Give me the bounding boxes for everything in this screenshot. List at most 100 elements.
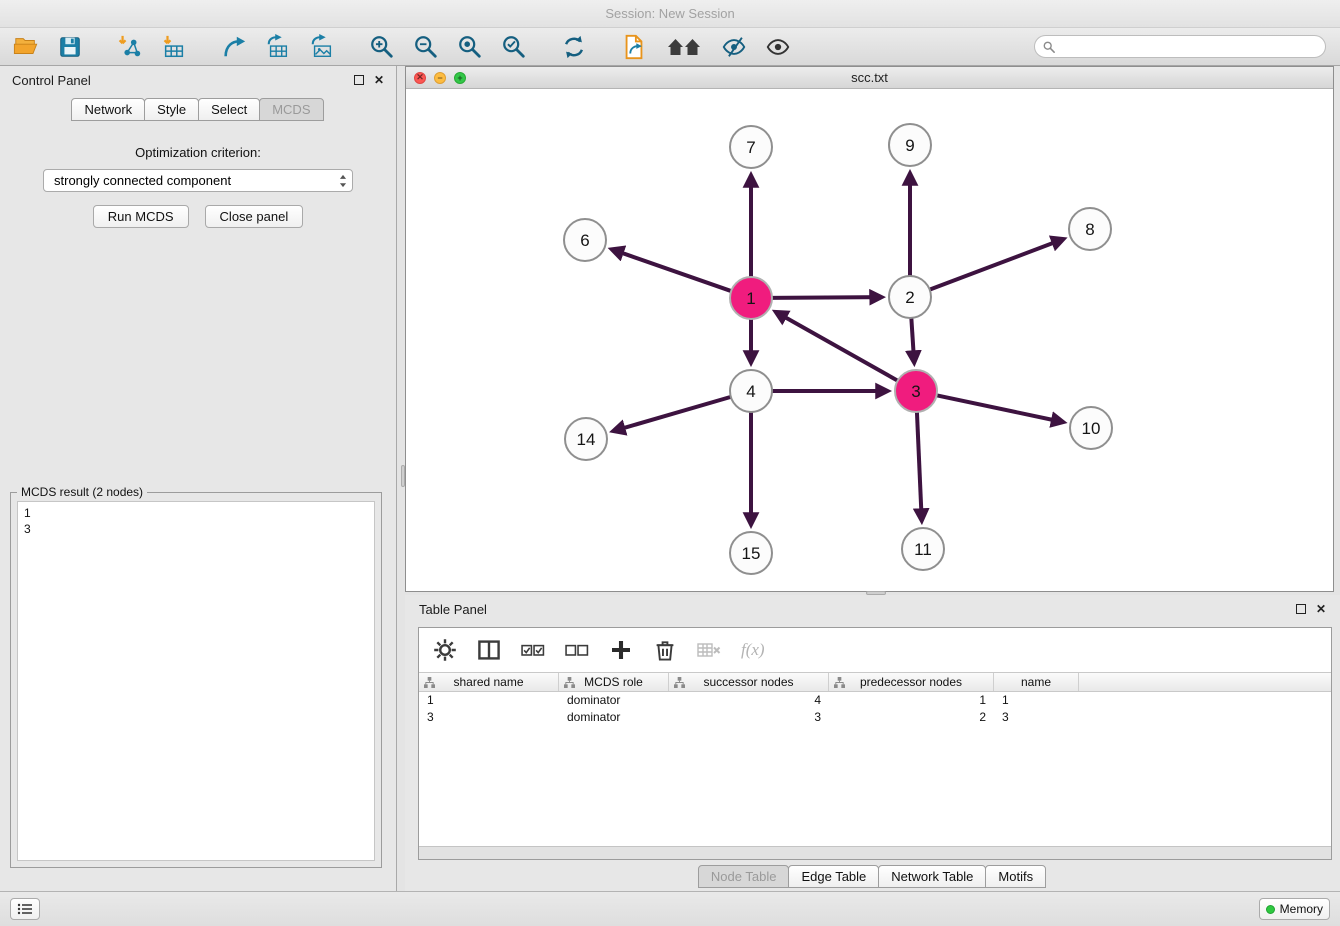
criterion-value: strongly connected component	[54, 173, 338, 188]
copy-network-button[interactable]	[618, 31, 650, 63]
deselect-all-button[interactable]	[565, 638, 589, 662]
graph-edge[interactable]	[930, 239, 1063, 289]
mcds-result-list[interactable]: 1 3	[17, 501, 375, 861]
close-table-panel-icon[interactable]: ✕	[1316, 603, 1326, 615]
curved-arrow-icon	[221, 34, 247, 60]
graph-node-label: 2	[905, 288, 914, 307]
save-icon	[57, 34, 83, 60]
column-label: predecessor nodes	[860, 675, 962, 689]
network-graph[interactable]: 7968124314101511	[406, 89, 1333, 591]
network-window: ✕ − + scc.txt 7968124314101511	[405, 66, 1334, 592]
zoom-in-button[interactable]	[366, 31, 398, 63]
delete-table-button[interactable]	[697, 638, 721, 662]
network-window-titlebar[interactable]: ✕ − + scc.txt	[406, 67, 1333, 89]
close-window-icon[interactable]: ✕	[414, 72, 426, 84]
graph-edge[interactable]	[772, 297, 881, 298]
graph-edge[interactable]	[937, 395, 1063, 422]
open-folder-icon	[13, 34, 39, 60]
graph-edge[interactable]	[612, 250, 731, 292]
tab-style[interactable]: Style	[144, 98, 199, 121]
select-all-button[interactable]	[521, 638, 545, 662]
table-row[interactable]: 3 dominator 3 2 3	[419, 709, 1331, 726]
show-columns-button[interactable]	[477, 638, 501, 662]
export-table-button[interactable]	[262, 31, 294, 63]
float-panel-icon[interactable]	[354, 75, 364, 85]
graph-node-label: 8	[1085, 220, 1094, 239]
main-toolbar	[0, 28, 1340, 66]
graph-node-label: 9	[905, 136, 914, 155]
task-history-button[interactable]	[10, 898, 40, 920]
memory-button[interactable]: Memory	[1259, 898, 1330, 920]
graph-edge[interactable]	[917, 412, 922, 520]
traffic-lights: ✕ − +	[414, 72, 466, 84]
table-tabs: Node Table Edge Table Network Table Moti…	[405, 865, 1340, 888]
tab-network[interactable]: Network	[71, 98, 145, 121]
graph-node-label: 1	[746, 289, 755, 308]
memory-status-icon	[1266, 905, 1275, 914]
maximize-window-icon[interactable]: +	[454, 72, 466, 84]
zoom-fit-icon	[457, 34, 483, 60]
import-table-icon	[161, 34, 187, 60]
table-settings-button[interactable]	[433, 638, 457, 662]
tab-node-table[interactable]: Node Table	[698, 865, 790, 888]
table-toolbar: f(x)	[419, 628, 1331, 672]
graph-edge[interactable]	[776, 312, 897, 380]
table-arrow-icon	[265, 34, 291, 60]
tab-select[interactable]: Select	[198, 98, 260, 121]
cell-name: 3	[994, 709, 1079, 726]
tab-edge-table[interactable]: Edge Table	[788, 865, 879, 888]
share-network-button[interactable]	[218, 31, 250, 63]
export-image-button[interactable]	[306, 31, 338, 63]
graph-node-label: 4	[746, 382, 755, 401]
cell-shared-name: 3	[419, 709, 559, 726]
network-canvas[interactable]: 7968124314101511	[406, 89, 1333, 591]
column-header-mcds-role[interactable]: MCDS role	[559, 673, 669, 691]
open-session-button[interactable]	[10, 31, 42, 63]
cell-successor: 4	[669, 692, 829, 709]
annotation-mode-button[interactable]	[718, 31, 750, 63]
float-table-panel-icon[interactable]	[1296, 604, 1306, 614]
refresh-layout-button[interactable]	[558, 31, 590, 63]
minimize-window-icon[interactable]: −	[434, 72, 446, 84]
save-session-button[interactable]	[54, 31, 86, 63]
graph-node-label: 10	[1082, 419, 1101, 438]
zoom-fit-button[interactable]	[454, 31, 486, 63]
graph-edge[interactable]	[911, 318, 914, 362]
refresh-icon	[561, 34, 587, 60]
search-box[interactable]	[1034, 35, 1326, 58]
control-panel-title: Control Panel	[12, 73, 344, 88]
graph-node-label: 3	[911, 382, 920, 401]
criterion-dropdown[interactable]: strongly connected component	[43, 169, 353, 192]
column-header-shared-name[interactable]: shared name	[419, 673, 559, 691]
vertical-splitter-handle[interactable]	[401, 465, 405, 487]
column-type-icon	[564, 677, 575, 688]
show-hide-button[interactable]	[762, 31, 794, 63]
tab-mcds[interactable]: MCDS	[259, 98, 323, 121]
import-network-button[interactable]	[114, 31, 146, 63]
graph-edge[interactable]	[614, 397, 731, 431]
import-network-icon	[117, 34, 143, 60]
close-panel-icon[interactable]: ✕	[374, 74, 384, 86]
run-mcds-button[interactable]: Run MCDS	[93, 205, 189, 228]
add-column-button[interactable]	[609, 638, 633, 662]
function-builder-button[interactable]: f(x)	[741, 640, 765, 660]
table-horizontal-scrollbar[interactable]	[419, 846, 1331, 859]
search-input[interactable]	[1060, 40, 1317, 54]
tab-network-table[interactable]: Network Table	[878, 865, 986, 888]
table-header-row: shared name MCDS role successor nodes pr…	[419, 672, 1331, 692]
zoom-out-button[interactable]	[410, 31, 442, 63]
import-table-button[interactable]	[158, 31, 190, 63]
column-type-icon	[424, 677, 435, 688]
dropdown-stepper-icon	[338, 174, 348, 188]
column-header-predecessor-nodes[interactable]: predecessor nodes	[829, 673, 994, 691]
graph-node-label: 11	[914, 540, 932, 559]
table-row[interactable]: 1 dominator 4 1 1	[419, 692, 1331, 709]
close-panel-button[interactable]: Close panel	[205, 205, 304, 228]
table-panel: Table Panel ✕	[405, 595, 1340, 891]
column-header-name[interactable]: name	[994, 673, 1079, 691]
tab-motifs[interactable]: Motifs	[985, 865, 1046, 888]
delete-column-button[interactable]	[653, 638, 677, 662]
zoom-selected-button[interactable]	[498, 31, 530, 63]
column-header-successor-nodes[interactable]: successor nodes	[669, 673, 829, 691]
home-panels-button[interactable]	[662, 31, 706, 63]
